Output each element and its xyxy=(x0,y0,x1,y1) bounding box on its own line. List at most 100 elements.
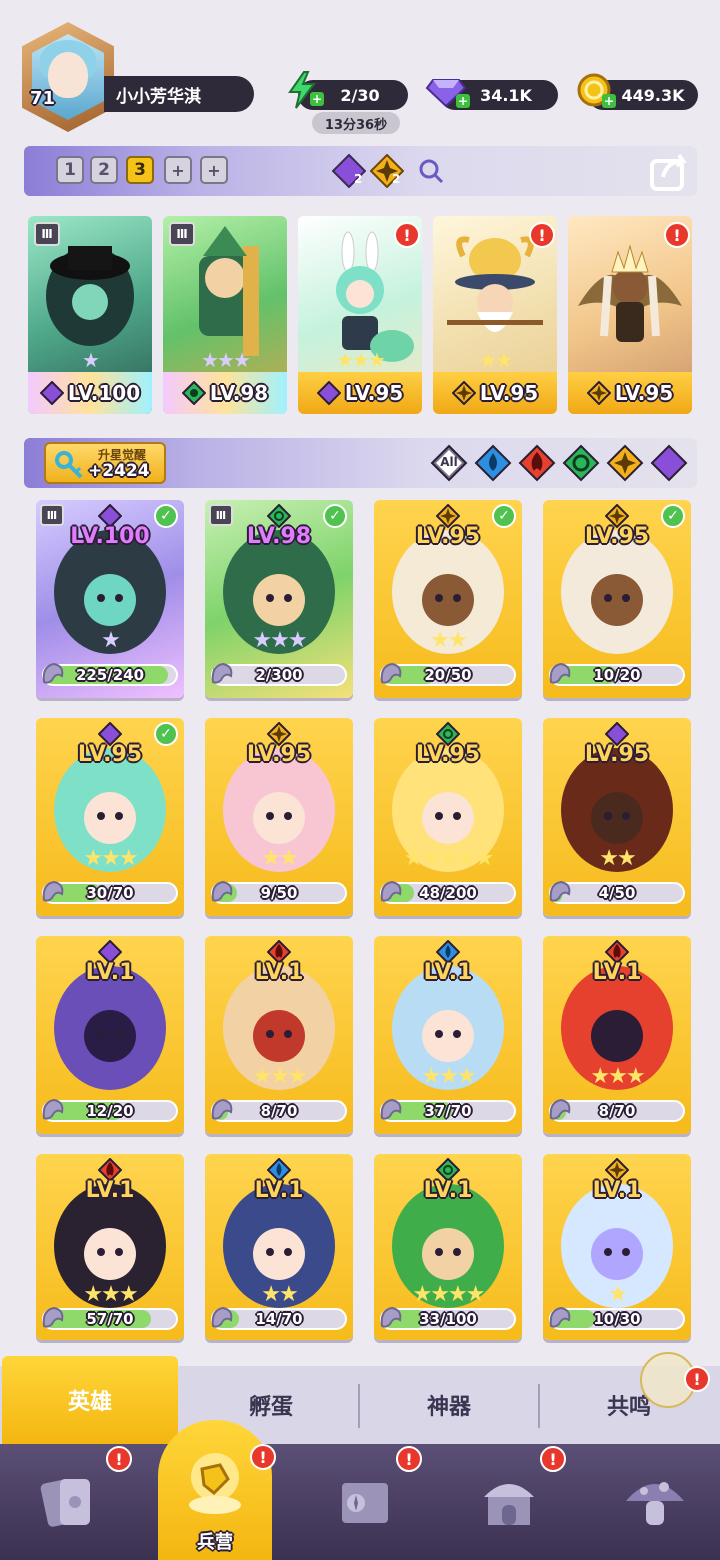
hero-card[interactable]: LV.1 ★★★ 37/70 xyxy=(374,936,522,1134)
hero-level: LV.1 xyxy=(423,1178,473,1203)
team-slot-add-2[interactable]: + xyxy=(200,156,228,184)
nature-element-icon xyxy=(562,444,600,482)
shard-icon xyxy=(378,878,404,908)
hero-level: LV.95 xyxy=(415,524,481,549)
filter-nature[interactable] xyxy=(562,444,600,482)
team-hero-1[interactable]: Ⅲ ★ LV.100 xyxy=(28,216,152,414)
filter-water[interactable] xyxy=(474,444,512,482)
filter-all[interactable]: All xyxy=(430,444,468,482)
share-icon[interactable] xyxy=(648,150,692,192)
hero-shard-progress: 8/70 xyxy=(211,1098,347,1122)
light-element-count: 2 xyxy=(369,153,405,189)
nav-barracks-label: 兵营 xyxy=(197,1532,233,1553)
light-count-value: 2 xyxy=(392,172,401,186)
shard-icon xyxy=(40,1304,66,1334)
light-element-icon xyxy=(606,444,644,482)
star-awaken-value: +2424 xyxy=(88,461,150,481)
hero-card[interactable]: LV.1 ★★★ 8/70 xyxy=(205,936,353,1134)
hero-stars: ★★★★★ xyxy=(403,846,495,871)
hero-card[interactable]: LV.100 ★ 225/240 ✓ Ⅲ xyxy=(36,500,184,698)
team-slot-2[interactable]: 2 xyxy=(90,156,118,184)
dark-element-icon xyxy=(650,444,688,482)
hero-shard-progress: 30/70 xyxy=(42,880,178,904)
map-icon xyxy=(342,1483,388,1523)
hero-shard-progress: 4/50 xyxy=(549,880,685,904)
shard-icon xyxy=(209,660,235,690)
hero-level: LV.95 xyxy=(415,742,481,767)
hero-stars: ★★★ xyxy=(252,1064,307,1089)
check-icon: ✓ xyxy=(154,722,178,746)
nav-mushroom[interactable] xyxy=(600,1450,710,1554)
tab-heroes[interactable]: 英雄 xyxy=(2,1356,178,1444)
tab-artifacts[interactable]: 神器 xyxy=(360,1366,538,1444)
hero-card[interactable]: LV.1 ★★★★ 33/100 xyxy=(374,1154,522,1340)
shard-icon xyxy=(547,660,573,690)
filter-fire[interactable] xyxy=(518,444,556,482)
hero-card[interactable]: LV.95 ★★★★★ 48/200 xyxy=(374,718,522,916)
dark-count-value: 2 xyxy=(354,172,363,186)
hero-card[interactable]: LV.95 ★★ 20/50 ✓ xyxy=(374,500,522,698)
hero-stars: ★★★ xyxy=(252,628,307,653)
shard-icon xyxy=(209,878,235,908)
hero-shard-progress: 37/70 xyxy=(380,1098,516,1122)
nav-barracks[interactable] xyxy=(160,1430,270,1534)
filter-light[interactable] xyxy=(606,444,644,482)
star-awaken-button[interactable]: 升星觉醒 +2424 xyxy=(44,442,166,484)
shard-icon xyxy=(378,1304,404,1334)
filter-dark[interactable] xyxy=(650,444,688,482)
team-hero-5-level: LV.95 xyxy=(614,381,674,405)
team-hero-2-stars: ★★★ xyxy=(201,348,251,372)
team-hero-3[interactable]: ! ★★★ LV.95 xyxy=(298,216,422,414)
coin-icon: + xyxy=(572,68,616,112)
hero-shard-progress: 12/20 xyxy=(42,1098,178,1122)
hero-shard-progress: 33/100 xyxy=(380,1306,516,1330)
team-hero-5[interactable]: ! LV.95 xyxy=(568,216,692,414)
guild-icon xyxy=(484,1484,534,1525)
team-hero-2-rank: Ⅲ xyxy=(169,222,195,246)
energy-plus-icon[interactable]: + xyxy=(310,92,324,106)
dark-element-icon xyxy=(316,381,341,405)
hero-card[interactable]: LV.1 ★★★ 57/70 xyxy=(36,1154,184,1340)
fire-element-icon xyxy=(518,444,556,482)
hero-shard-progress: 57/70 xyxy=(42,1306,178,1330)
hero-card[interactable]: LV.1 ★★★ 8/70 xyxy=(543,936,691,1134)
team-hero-2[interactable]: Ⅲ ★★★ LV.98 xyxy=(163,216,287,414)
filter-all-label: All xyxy=(440,455,458,469)
hero-level: LV.1 xyxy=(85,960,135,985)
hero-shard-progress: 14/70 xyxy=(211,1306,347,1330)
gems-plus-icon[interactable]: + xyxy=(456,94,470,108)
hero-shard-progress: 9/50 xyxy=(211,880,347,904)
key-icon xyxy=(54,450,84,486)
shard-icon xyxy=(40,878,66,908)
hero-card[interactable]: LV.1 12/20 xyxy=(36,936,184,1134)
team-hero-3-footer: LV.95 xyxy=(298,372,422,414)
energy-value: 2/30 xyxy=(340,85,380,105)
team-hero-4-stars: ★★ xyxy=(479,348,513,372)
hero-shard-progress: 48/200 xyxy=(380,880,516,904)
hero-level: LV.1 xyxy=(85,1178,135,1203)
hero-card[interactable]: LV.1 ★ 10/30 xyxy=(543,1154,691,1340)
hero-card[interactable]: LV.1 ★★ 14/70 xyxy=(205,1154,353,1340)
team-hero-4-alert: ! xyxy=(529,222,555,248)
check-icon: ✓ xyxy=(323,504,347,528)
team-slot-3[interactable]: 3 xyxy=(126,156,154,184)
nav-cards-alert: ! xyxy=(106,1446,132,1472)
team-hero-4[interactable]: ! ★★ LV.95 xyxy=(433,216,557,414)
team-slot-add-1[interactable]: + xyxy=(164,156,192,184)
hero-card[interactable]: LV.98 ★★★ 2/300 ✓ Ⅲ xyxy=(205,500,353,698)
hero-card[interactable]: LV.95 ★★ 4/50 xyxy=(543,718,691,916)
search-icon[interactable] xyxy=(418,158,444,190)
player-level: 71 xyxy=(30,88,56,109)
hero-card[interactable]: LV.95 ★★★ 30/70 ✓ xyxy=(36,718,184,916)
coins-plus-icon[interactable]: + xyxy=(602,94,616,108)
team-slot-1[interactable]: 1 xyxy=(56,156,84,184)
shard-icon xyxy=(378,1096,404,1126)
hero-stars: ★★★ xyxy=(590,1064,645,1089)
gem-icon: + xyxy=(424,68,470,112)
player-name[interactable]: 小小芳华淇 xyxy=(104,76,254,112)
hero-shard-progress: 10/30 xyxy=(549,1306,685,1330)
hero-card[interactable]: LV.95 10/20 ✓ xyxy=(543,500,691,698)
light-element-icon xyxy=(586,381,611,405)
hero-card[interactable]: LV.95 ★★ 9/50 xyxy=(205,718,353,916)
hero-stars: ★★ xyxy=(261,846,298,871)
